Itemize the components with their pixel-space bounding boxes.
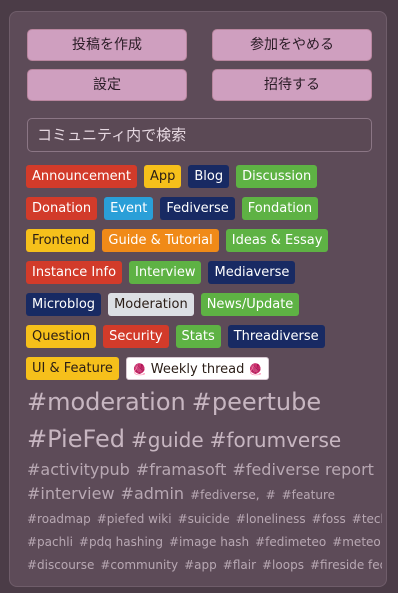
tag-cloud: #moderation #peertube #PieFed #guide #forumv… xyxy=(27,384,382,584)
tag-link[interactable]: #roadmap xyxy=(27,512,91,526)
flair-tag[interactable]: Discussion xyxy=(236,165,318,188)
tag-link[interactable]: #fedimeteo xyxy=(255,535,326,549)
tag-link[interactable]: #community xyxy=(100,558,178,572)
tag-cloud-row: #roadmap #piefed wiki #suicide #loneliness #… xyxy=(27,506,382,529)
tag-link[interactable]: #feature xyxy=(282,488,335,502)
tag-link[interactable]: #fireside fedi xyxy=(310,558,382,572)
flair-tag[interactable]: Event xyxy=(104,197,154,220)
tag-link[interactable]: #app xyxy=(184,558,217,572)
tag-link[interactable]: #PieFed xyxy=(27,425,125,453)
tag-link[interactable]: #guide xyxy=(131,428,204,452)
flair-tag[interactable]: Threadiverse xyxy=(227,325,325,348)
flair-tag[interactable]: Mediaverse xyxy=(208,261,296,284)
tag-link[interactable]: #fediverse, xyxy=(190,488,259,502)
flair-tag[interactable]: Stats xyxy=(175,325,221,348)
tag-link[interactable]: #interview xyxy=(27,484,115,503)
flair-tag[interactable]: Guide & Tutorial xyxy=(102,229,219,252)
flair-tag[interactable]: Ideas & Essay xyxy=(225,229,329,252)
tag-cloud-row: #discourse #community #app #flair #loops #fir… xyxy=(27,552,382,575)
flair-tag[interactable]: Fondation xyxy=(241,197,319,220)
flair-tag[interactable]: Announcement xyxy=(26,165,137,188)
flair-tag[interactable]: Question xyxy=(26,325,97,348)
flair-tag[interactable]: Microblog xyxy=(26,293,102,316)
tag-cloud-row: #activitypub #framasoft #fediverse report xyxy=(27,458,382,482)
yarn-icon: 🧶 xyxy=(248,363,263,376)
invite-button[interactable]: 招待する xyxy=(212,69,372,101)
tag-link[interactable]: #piefed wiki xyxy=(97,512,172,526)
flair-tag[interactable]: Moderation xyxy=(108,293,194,316)
community-search-input[interactable] xyxy=(27,118,372,152)
yarn-icon: 🧶 xyxy=(132,363,147,376)
tag-link[interactable]: #admin xyxy=(121,484,185,503)
leave-community-button[interactable]: 参加をやめる xyxy=(212,29,372,61)
flair-tag[interactable]: Blog xyxy=(188,165,230,188)
tag-link[interactable]: # xyxy=(266,488,276,502)
tag-link[interactable]: #activitypub xyxy=(27,460,130,479)
tag-cloud-row: #moderation #peertube xyxy=(27,384,382,421)
tag-link[interactable]: #framasoft xyxy=(136,460,227,479)
flair-label: Weekly thread xyxy=(146,362,249,377)
tag-cloud-row: #PieFed #guide #forumverse xyxy=(27,421,382,458)
create-post-button[interactable]: 投稿を作成 xyxy=(27,29,187,61)
tag-link[interactable]: #meteo xyxy=(332,535,381,549)
tag-link[interactable]: #fediverse report xyxy=(232,460,374,479)
tag-link[interactable]: #loneliness xyxy=(236,512,306,526)
tag-link[interactable]: #foss xyxy=(312,512,346,526)
tag-link[interactable]: #suicide xyxy=(178,512,230,526)
tag-link[interactable]: #pdq hashing xyxy=(79,535,163,549)
flair-tag[interactable]: News/Update xyxy=(200,293,300,316)
tag-link[interactable]: #pachli xyxy=(27,535,73,549)
flair-tag[interactable]: 🧶 Weekly thread 🧶 xyxy=(125,357,270,380)
tag-link[interactable]: #forumverse xyxy=(210,428,342,452)
flair-tag[interactable]: App xyxy=(143,165,182,188)
tag-link[interactable]: #peertube xyxy=(192,388,321,416)
tag-cloud-row: #pachli #pdq hashing #image hash #fedimeteo… xyxy=(27,529,382,552)
tag-link[interactable]: #loops xyxy=(262,558,304,572)
flair-tag[interactable]: Security xyxy=(103,325,169,348)
flair-tag[interactable]: UI & Feature xyxy=(26,357,119,380)
settings-button[interactable]: 設定 xyxy=(27,69,187,101)
tag-cloud-row: #interview #admin #fediverse, # #feature xyxy=(27,482,382,506)
tag-link[interactable]: #discourse xyxy=(27,558,94,572)
flair-tag[interactable]: Interview xyxy=(129,261,202,284)
flair-tag[interactable]: Frontend xyxy=(26,229,96,252)
tag-link[interactable]: #image hash xyxy=(169,535,249,549)
tag-link[interactable]: #tech xyxy=(352,512,382,526)
community-sidebar-panel: 投稿を作成 参加をやめる 設定 招待する Announcement App Blog… xyxy=(9,11,387,587)
flair-tag[interactable]: Donation xyxy=(26,197,98,220)
flair-list: Announcement App Blog Discussion Donation Eve… xyxy=(26,165,376,380)
tag-link[interactable]: #flair xyxy=(223,558,256,572)
flair-tag[interactable]: Instance Info xyxy=(26,261,123,284)
flair-tag[interactable]: Fediverse xyxy=(160,197,235,220)
tag-link[interactable]: #moderation xyxy=(27,388,186,416)
